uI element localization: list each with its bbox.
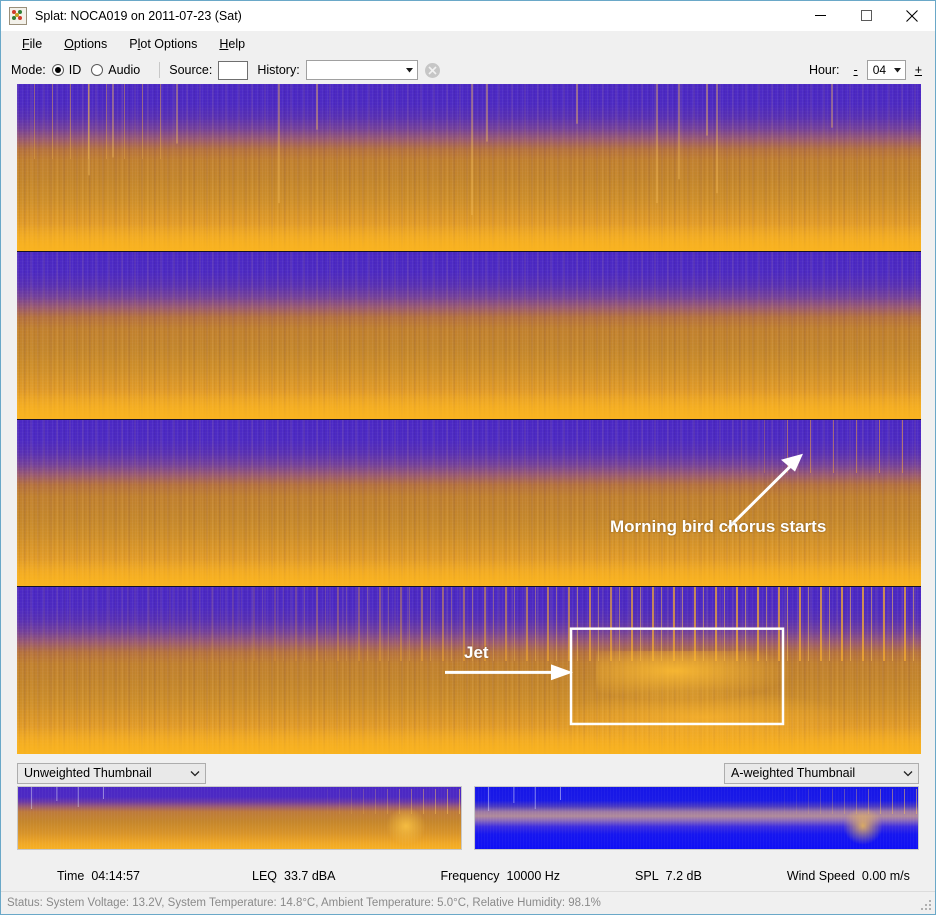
readout-time-label: Time [57,869,85,883]
source-label: Source: [169,63,213,77]
thumbnail-controls: Unweighted Thumbnail A-weighted Thumbnai… [17,754,919,786]
thumbnail-jet-blob [842,806,883,846]
menu-options-rest: ptions [73,36,108,51]
readout-wind-speed-value: 0.00 m/s [861,869,910,883]
readout-spl: SPL 7.2 dB [635,869,702,883]
mode-radio-audio-label: Audio [108,63,141,77]
readout-spl-label: SPL [635,869,659,883]
menu-help-rest: elp [228,36,246,51]
window-controls [797,1,935,30]
thumbnail-jet-blob [385,806,426,846]
readout-leq: LEQ 33.7 dBA [252,869,335,883]
spectrogram-panel-2[interactable] [17,251,921,420]
bird-call-streaks [17,587,921,661]
spectrogram-panel-3[interactable]: Morning bird chorus starts [17,419,921,588]
menu-help[interactable]: Help [208,34,256,54]
history-label: History: [257,63,300,77]
unweighted-thumbnail-value: Unweighted Thumbnail [24,766,152,780]
status-bar: Status: System Voltage: 13.2V, System Te… [1,891,935,914]
mode-radio-id-label: ID [68,63,82,77]
readout-wind-speed-label: Wind Speed [786,869,855,883]
spectrogram-floor [17,224,921,251]
mode-radio-audio[interactable]: Audio [91,63,140,77]
menu-plot-options[interactable]: Plot Options [118,34,208,54]
aweighted-thumbnail[interactable] [474,786,919,850]
toolbar: Mode: ID Audio Source: History: Hour: - … [1,56,935,84]
title-bar: Splat: NOCA019 on 2011-07-23 (Sat) [1,1,935,31]
menu-plot-options-rest: ot Options [140,36,198,51]
readout-frequency-value: 10000 Hz [506,869,561,883]
maximize-icon[interactable] [843,1,889,30]
resize-grip[interactable] [921,900,932,911]
hour-label: Hour: [808,63,840,77]
menu-bar: File Options Plot Options Help [1,31,935,56]
spectrogram-left-spikes [17,84,162,160]
mode-radio-id[interactable]: ID [51,63,82,77]
readout-spl-value: 7.2 dB [665,869,702,883]
readout-bar: Time 04:14:57 LEQ 33.7 dBA Frequency 100… [1,861,935,891]
spectrogram-floor [17,727,921,754]
thumbnail-row [17,786,919,854]
radio-audio-indicator [91,64,104,76]
history-combobox[interactable] [305,60,418,80]
readout-wind-speed: Wind Speed 0.00 m/s [787,869,910,883]
spectrogram-area: Morning bird chorus starts Jet Unweighte… [1,84,935,861]
chevron-down-icon[interactable] [185,770,205,777]
readout-leq-value: 33.7 dBA [284,869,336,883]
readout-frequency: Frequency 10000 Hz [440,869,560,883]
menu-options[interactable]: Options [53,34,118,54]
aweighted-thumbnail-select[interactable]: A-weighted Thumbnail [724,762,919,784]
radio-id-indicator [51,64,64,76]
readout-time-value: 04:14:57 [91,869,140,883]
spectrogram-panel-4[interactable]: Jet [17,587,921,754]
spectrogram-panel-stack[interactable]: Morning bird chorus starts Jet [17,84,921,754]
chevron-down-icon[interactable] [890,67,905,73]
menu-file-rest: ile [29,36,43,51]
spectrogram-panel-1[interactable] [17,84,921,252]
toolbar-divider [159,62,161,78]
bird-call-streaks [17,419,921,473]
spectrogram-floor [17,391,921,419]
splat-window: Splat: NOCA019 on 2011-07-23 (Sat) File … [0,0,936,915]
status-text: Status: System Voltage: 13.2V, System Te… [7,897,601,909]
readout-time: Time 04:14:57 [57,869,140,883]
hour-increment-button[interactable]: + [910,63,927,77]
minimize-icon[interactable] [797,1,843,30]
hour-value: 04 [872,63,887,77]
chevron-down-icon[interactable] [402,67,417,73]
source-input[interactable] [218,60,249,80]
aweighted-thumbnail-value: A-weighted Thumbnail [731,766,856,780]
clear-history-button[interactable] [424,62,440,78]
mode-label: Mode: [11,63,46,77]
unweighted-thumbnail-select[interactable]: Unweighted Thumbnail [17,762,206,784]
chevron-down-icon[interactable] [898,770,918,777]
unweighted-thumbnail[interactable] [17,786,462,850]
menu-file[interactable]: File [11,34,53,54]
window-title: Splat: NOCA019 on 2011-07-23 (Sat) [35,8,242,23]
spectrogram-floor [17,559,921,587]
splat-app-icon [9,6,27,25]
readout-frequency-label: Frequency [440,869,500,883]
hour-combobox[interactable]: 04 [866,60,906,80]
readout-leq-label: LEQ [252,869,278,883]
hour-decrement-button[interactable]: - [849,63,863,77]
close-icon[interactable] [889,1,935,30]
